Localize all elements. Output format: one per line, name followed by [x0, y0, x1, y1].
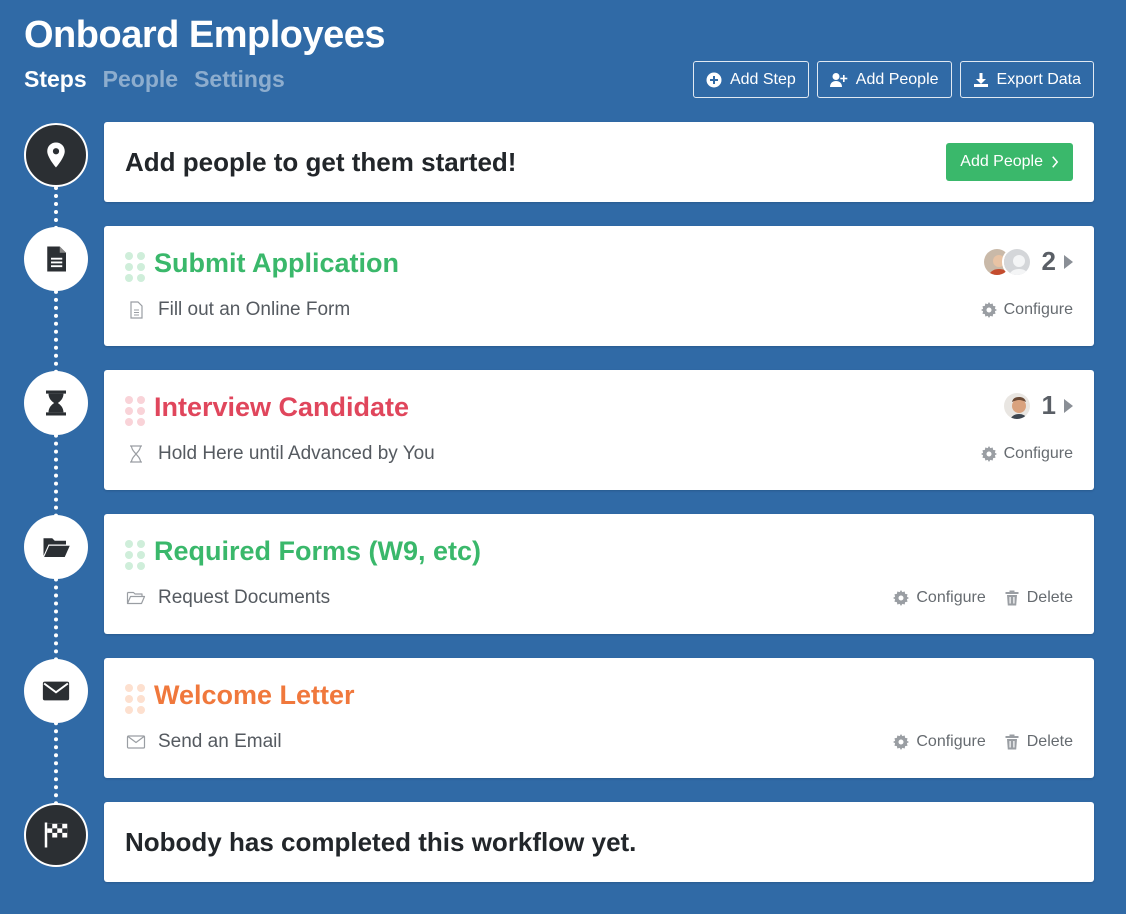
folder-open-icon	[43, 538, 70, 557]
step-actions: Configure Delete	[893, 589, 1073, 607]
avatar	[1001, 246, 1032, 277]
drag-handle[interactable]	[125, 252, 145, 282]
step-title[interactable]: Welcome Letter	[154, 680, 355, 711]
envelope-icon	[42, 681, 70, 701]
page-title: Onboard Employees	[24, 14, 386, 56]
people-count: 1	[1041, 390, 1056, 420]
chevron-right-icon	[1052, 156, 1059, 168]
configure-label: Configure	[916, 589, 986, 606]
delete-button[interactable]: Delete	[1004, 589, 1073, 607]
step-card: Interview Candidate 1 Hold Here until Ad…	[104, 370, 1094, 490]
step-title[interactable]: Submit Application	[154, 248, 399, 279]
finish-card: Nobody has completed this workflow yet.	[104, 802, 1094, 882]
step-type-label: Request Documents	[158, 587, 331, 608]
hourglass-icon	[46, 390, 66, 416]
configure-label: Configure	[1003, 301, 1073, 318]
header-actions: Add Step Add People Export Data	[692, 61, 1094, 98]
step-type: Request Documents	[126, 587, 330, 609]
start-card: Add people to get them started! Add Peop…	[104, 122, 1094, 202]
finish-marker	[24, 803, 88, 867]
step-title[interactable]: Interview Candidate	[154, 392, 409, 423]
configure-label: Configure	[1003, 445, 1073, 462]
step-type-label: Fill out an Online Form	[158, 299, 351, 320]
export-data-label: Export Data	[996, 70, 1081, 88]
gear-icon	[980, 446, 997, 462]
step-card: Welcome Letter Send an Email Configure D…	[104, 658, 1094, 778]
delete-button[interactable]: Delete	[1004, 733, 1073, 751]
configure-button[interactable]: Configure	[893, 733, 986, 751]
tab-settings[interactable]: Settings	[194, 66, 285, 93]
folder-outline-icon	[126, 591, 146, 605]
add-people-button-label: Add People	[960, 153, 1043, 170]
envelope-outline-icon	[126, 735, 146, 749]
configure-label: Configure	[916, 733, 986, 750]
drag-handle[interactable]	[125, 540, 145, 570]
caret-right-icon	[1064, 398, 1073, 413]
checkered-flag-icon	[44, 822, 68, 848]
finish-message: Nobody has completed this workflow yet.	[125, 826, 637, 857]
add-people-button[interactable]: Add People	[946, 143, 1073, 181]
tab-people[interactable]: People	[103, 66, 178, 93]
step-marker-4	[24, 659, 88, 723]
start-message: Add people to get them started!	[125, 146, 517, 177]
people-count-button[interactable]: 1	[1001, 390, 1073, 421]
add-people-header-button[interactable]: Add People	[816, 61, 952, 98]
delete-label: Delete	[1026, 589, 1073, 606]
plus-circle-icon	[706, 72, 722, 87]
step-card: Required Forms (W9, etc) Request Documen…	[104, 514, 1094, 634]
trash-icon	[1005, 590, 1019, 606]
avatar	[1001, 390, 1032, 421]
add-step-button[interactable]: Add Step	[692, 61, 809, 98]
add-people-label: Add People	[855, 70, 939, 88]
step-marker-3	[24, 515, 88, 579]
delete-label: Delete	[1026, 733, 1073, 750]
add-step-label: Add Step	[729, 70, 796, 88]
step-marker-1	[24, 227, 88, 291]
map-marker-icon	[47, 142, 65, 168]
step-type: Hold Here until Advanced by You	[126, 443, 435, 465]
configure-button[interactable]: Configure	[980, 301, 1073, 319]
add-user-icon	[829, 72, 848, 87]
step-type: Fill out an Online Form	[126, 299, 350, 321]
people-count: 2	[1041, 246, 1056, 276]
gear-icon	[980, 302, 997, 318]
download-icon	[973, 72, 988, 87]
drag-handle[interactable]	[125, 396, 145, 426]
configure-button[interactable]: Configure	[980, 445, 1073, 463]
people-count-button[interactable]: 2	[981, 246, 1073, 277]
document-icon	[47, 246, 66, 272]
step-type-label: Send an Email	[158, 731, 282, 752]
tab-bar: Steps People Settings	[24, 66, 285, 93]
gear-icon	[893, 590, 910, 606]
document-outline-icon	[130, 301, 143, 319]
step-actions: Configure	[980, 301, 1073, 319]
step-type: Send an Email	[126, 731, 282, 753]
trash-icon	[1005, 734, 1019, 750]
caret-right-icon	[1064, 254, 1073, 269]
step-type-label: Hold Here until Advanced by You	[158, 443, 435, 464]
start-marker	[24, 123, 88, 187]
configure-button[interactable]: Configure	[893, 589, 986, 607]
hourglass-outline-icon	[130, 445, 142, 463]
step-marker-2	[24, 371, 88, 435]
gear-icon	[893, 734, 910, 750]
tab-steps[interactable]: Steps	[24, 66, 87, 93]
step-card: Submit Application 2 Fill out an Online …	[104, 226, 1094, 346]
drag-handle[interactable]	[125, 684, 145, 714]
step-title[interactable]: Required Forms (W9, etc)	[154, 536, 481, 567]
step-actions: Configure Delete	[893, 733, 1073, 751]
step-actions: Configure	[980, 445, 1073, 463]
export-data-button[interactable]: Export Data	[959, 61, 1094, 98]
